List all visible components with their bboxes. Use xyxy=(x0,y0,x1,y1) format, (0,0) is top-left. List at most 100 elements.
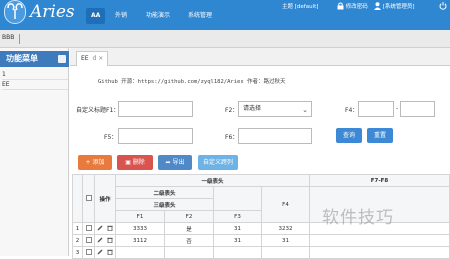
level1-header: 一级表头 xyxy=(115,174,310,187)
row-checkbox[interactable] xyxy=(85,249,92,255)
table-row: 3 xyxy=(72,246,450,259)
delete-button[interactable]: ▣ 删除 xyxy=(117,155,153,170)
nav-item-export-sales[interactable]: 外销 xyxy=(110,8,132,24)
f2-select[interactable]: 请选择 ⌄ xyxy=(238,101,312,117)
row-actions xyxy=(94,246,116,259)
cell-f1: 3112 xyxy=(115,234,165,247)
lock-icon xyxy=(337,2,344,10)
delete-label: 删除 xyxy=(132,159,145,166)
tab-bbb[interactable]: BBB xyxy=(2,34,14,41)
github-info: Github 开源：https://github.com/zyql182/Ari… xyxy=(98,79,286,85)
col-f4: F4 xyxy=(261,186,310,223)
sidebar-header: 功能菜单 xyxy=(0,51,69,67)
nav-item-system[interactable]: 系统管理 xyxy=(183,8,217,24)
user-icon xyxy=(374,2,381,10)
f6-input[interactable] xyxy=(238,128,312,144)
nav-item-demo[interactable]: 功能演示 xyxy=(141,8,175,24)
edit-icon[interactable] xyxy=(97,237,103,243)
ram-logo-icon xyxy=(7,3,23,19)
export-button[interactable]: ➦ 导出 xyxy=(158,155,192,170)
select-all-cell[interactable] xyxy=(82,174,95,223)
cell-f1: 3333 xyxy=(115,222,165,235)
cell-f4: 31 xyxy=(261,234,310,247)
nav-item-aa[interactable]: AA xyxy=(86,8,106,24)
cell-f2: 否 xyxy=(164,234,214,247)
sidebar: 功能菜单 1 EE xyxy=(0,48,69,256)
row-select[interactable] xyxy=(82,234,95,247)
brand-name: Aries xyxy=(30,2,75,22)
col-f2: F2 xyxy=(164,210,214,223)
trash-icon[interactable] xyxy=(107,225,113,231)
row-select[interactable] xyxy=(82,246,95,259)
level2-header: 二级表头 xyxy=(115,186,214,199)
col-f3: F3 xyxy=(213,210,262,223)
tab-close-icon[interactable]: d × xyxy=(93,55,104,62)
f5-label: F5： xyxy=(104,134,118,141)
theme-selector[interactable]: 主题 [default] xyxy=(282,2,318,10)
top-header: Aries AA 外销 功能演示 系统管理 主题 [default] 修改密码 … xyxy=(0,0,450,30)
sidebar-item-ee[interactable]: EE xyxy=(2,80,68,90)
cell-f7-f8 xyxy=(309,246,450,259)
app-logo xyxy=(4,0,26,24)
f2-select-value: 请选择 xyxy=(243,105,262,112)
share-icon: ➦ xyxy=(165,159,171,166)
tab-ee-label: EE xyxy=(81,55,89,62)
cell-f3: 31 xyxy=(213,222,262,235)
rownum-header xyxy=(72,174,83,223)
cell-f3 xyxy=(213,246,262,259)
cell-f2: 是 xyxy=(164,222,214,235)
f1-label: 自定义标题F1： xyxy=(76,107,120,114)
f1-input[interactable] xyxy=(118,101,193,117)
f4-from-input[interactable] xyxy=(358,101,394,117)
f4-separator: - xyxy=(396,105,399,112)
user-name: [系统管理员] xyxy=(382,4,415,10)
cell-f3: 31 xyxy=(213,234,262,247)
select-all-checkbox[interactable] xyxy=(85,195,92,201)
change-password-label: 修改密码 xyxy=(345,4,368,10)
f5-input[interactable] xyxy=(118,128,193,144)
f4-to-input[interactable] xyxy=(400,101,435,117)
custom-columns-button[interactable]: 自定义跨列 xyxy=(198,155,238,170)
add-button[interactable]: + 添加 xyxy=(78,155,112,170)
query-button[interactable]: 查询 xyxy=(336,128,362,143)
row-number: 1 xyxy=(72,222,83,235)
operation-header: 操作 xyxy=(94,174,116,223)
row-checkbox[interactable] xyxy=(85,225,92,231)
trash-icon: ▣ xyxy=(125,159,131,166)
sidebar-title: 功能菜单 xyxy=(6,54,38,63)
edit-icon[interactable] xyxy=(97,249,103,255)
sidebar-item-1[interactable]: 1 xyxy=(2,70,68,80)
row-select[interactable] xyxy=(82,222,95,235)
reset-button[interactable]: 重置 xyxy=(367,128,393,143)
row-number: 2 xyxy=(72,234,83,247)
collapse-sidebar-icon[interactable] xyxy=(58,55,66,63)
level3-header: 三级表头 xyxy=(115,198,214,211)
trash-icon[interactable] xyxy=(107,249,113,255)
cell-f4: 3232 xyxy=(261,222,310,235)
edit-icon[interactable] xyxy=(97,225,103,231)
f4-label: F4： xyxy=(345,107,359,114)
col-f1: F1 xyxy=(115,210,165,223)
page-tab-bar: EE d × xyxy=(70,48,450,66)
f6-label: F6： xyxy=(225,134,239,141)
cell-f2 xyxy=(164,246,214,259)
export-label: 导出 xyxy=(172,159,185,166)
cell-f1 xyxy=(115,246,165,259)
trash-icon[interactable] xyxy=(107,237,113,243)
user-menu[interactable]: [系统管理员] xyxy=(374,2,415,10)
chevron-down-icon: ⌄ xyxy=(302,106,308,114)
tab-ee[interactable]: EE d × xyxy=(76,51,109,66)
f7-f8-header: F7-F8 xyxy=(309,174,450,187)
row-checkbox[interactable] xyxy=(85,237,92,243)
table-row: 2 3112 否 31 31 xyxy=(72,234,450,247)
cell-f4 xyxy=(261,246,310,259)
col-f3-top xyxy=(213,186,262,211)
change-password-link[interactable]: 修改密码 xyxy=(337,2,368,10)
logout-button[interactable] xyxy=(439,2,447,10)
watermark: 软件技巧 xyxy=(322,208,394,228)
power-icon xyxy=(439,2,447,10)
top-tab-strip: BBB xyxy=(0,30,450,48)
row-number: 3 xyxy=(72,246,83,259)
cell-f7-f8 xyxy=(309,234,450,247)
row-actions xyxy=(94,234,116,247)
